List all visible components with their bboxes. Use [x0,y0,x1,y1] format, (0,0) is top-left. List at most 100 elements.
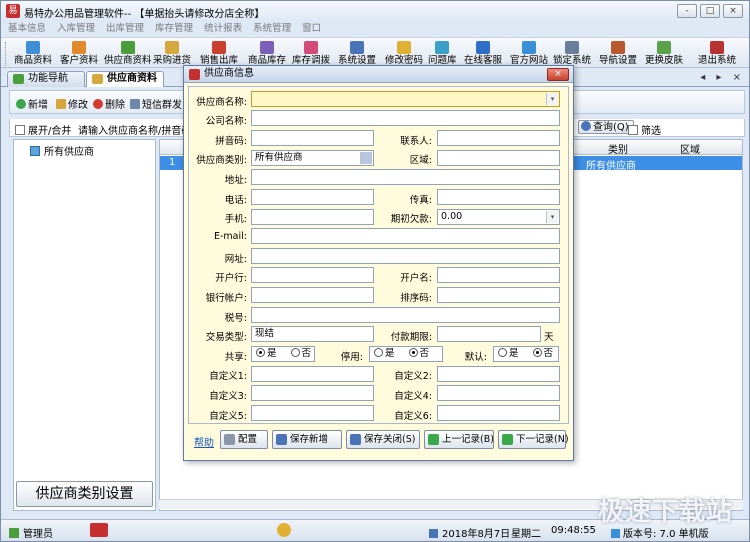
initial-debt-dropdown-icon[interactable]: ▾ [546,210,558,223]
config-button[interactable]: 配置 [220,430,268,449]
bank-input[interactable] [251,267,374,284]
address-input[interactable] [251,169,560,186]
trade-type-label: 交易类型: [205,332,247,344]
initial-debt-value: 0.00 [441,210,463,222]
dialog-close-button[interactable]: × [547,68,569,81]
new-button[interactable]: 新增 [16,96,48,111]
share-radio-group: 是否 [251,345,315,362]
supplier-icon [92,74,103,84]
trade-type-input[interactable]: 现结 [251,326,374,343]
custom2-input[interactable] [437,365,560,382]
website-input[interactable] [251,247,560,264]
phone-icon [130,99,140,109]
payment-term-label: 付款期限: [390,332,432,344]
disable-radio-no[interactable]: 否 [405,347,429,359]
toolbar-exit-button[interactable]: 退出系统 [698,40,736,68]
toolbar-online-service-button[interactable]: 在线客服 [464,40,502,68]
custom3-input[interactable] [251,385,374,402]
column-header-category[interactable]: 类别 [608,141,628,156]
toolbar-official-site-button[interactable]: 官方网站 [510,40,548,68]
menu-basic-info[interactable]: 基本信息 [8,22,46,36]
vip-icon [90,523,108,537]
watermark: 极速下载站 [597,497,733,527]
maximize-button[interactable]: □ [700,4,720,18]
custom4-input[interactable] [437,385,560,402]
column-header-region[interactable]: 区域 [680,141,700,156]
disable-radio-yes[interactable]: 是 [370,347,395,359]
menu-inventory[interactable]: 库存管理 [155,22,193,36]
menu-system[interactable]: 系统管理 [253,22,291,36]
initial-debt-input[interactable]: 0.00 ▾ [437,208,560,225]
default-radio-no[interactable]: 否 [529,347,553,359]
lock-system-icon [565,41,579,54]
toolbar-settings-button[interactable]: 系统设置 [338,40,376,68]
tree-item-all-suppliers[interactable]: 所有供应商 [22,143,94,158]
toolbar-transfer-button[interactable]: 库存调拨 [292,40,330,68]
toolbar-customer-button[interactable]: 客户资料 [60,40,98,68]
browse-icon[interactable] [360,151,372,164]
edit-button[interactable]: 修改 [56,96,88,111]
toolbar-change-skin-button[interactable]: 更换皮肤 [645,40,683,68]
close-button[interactable]: × [723,4,743,18]
tab-function-nav[interactable]: 功能导航 [7,71,85,87]
toolbar-nav-settings-button[interactable]: 导航设置 [599,40,637,68]
contact-input[interactable] [437,130,560,146]
toolbar-goods-button[interactable]: 商品资料 [14,40,52,68]
custom5-input[interactable] [251,404,374,421]
default-radio-yes-label: 是 [509,347,519,359]
email-input[interactable] [251,228,560,245]
payment-term-input[interactable] [437,326,541,343]
region-input[interactable] [437,149,560,166]
share-radio-yes[interactable]: 是 [252,347,277,359]
toolbar-password-button[interactable]: 修改密码 [385,40,423,68]
filter-checkbox[interactable] [628,125,638,135]
tab-supplier-info[interactable]: 供应商资料 [86,71,164,87]
filter-toggle[interactable]: 筛选 [628,122,661,137]
company-name-input[interactable] [251,110,560,127]
bank-account-input[interactable] [251,287,374,304]
tab-scroll-controls[interactable]: ◂ ▸ × [700,72,745,83]
fax-input[interactable] [437,188,560,205]
sort-code-input[interactable] [437,287,560,304]
expand-toggle[interactable]: 展开/合并 [15,122,71,137]
share-radio-no[interactable]: 否 [287,347,312,359]
sms-button[interactable]: 短信群发 [130,96,182,111]
supplier-category-input[interactable]: 所有供应商 [251,149,374,166]
supplier-name-input[interactable]: ▾ [251,90,560,107]
supplier-category-label: 供应商类别: [196,155,247,167]
toolbar-purchase-button[interactable]: 采购进货 [153,40,191,68]
custom1-input[interactable] [251,365,374,382]
menu-stock-in[interactable]: 入库管理 [57,22,95,36]
help-link[interactable]: 帮助 [194,434,214,449]
supplier-name-dropdown-icon[interactable]: ▾ [546,92,558,105]
prev-record-button[interactable]: 上一记录(B) [424,430,494,449]
save-new-button[interactable]: 保存新增 [272,430,342,449]
menu-window[interactable]: 窗口 [302,22,321,36]
row-category: 所有供应商 [586,161,636,172]
mobile-input[interactable] [251,208,374,225]
tax-no-input[interactable] [251,306,560,323]
custom6-input[interactable] [437,404,560,421]
account-name-input[interactable] [437,267,560,284]
toolbar-stock-button[interactable]: 商品库存 [248,40,286,68]
disable-radio-yes-label: 是 [385,347,395,359]
delete-button[interactable]: 删除 [93,96,125,111]
toolbar-lock-system-button[interactable]: 锁定系统 [553,40,591,68]
next-record-button[interactable]: 下一记录(N) [498,430,569,449]
toolbar-supplier-button[interactable]: 供应商资料 [104,40,152,68]
menu-reports[interactable]: 统计报表 [204,22,242,36]
phone-input[interactable] [251,188,374,205]
toolbar-sales-out-button[interactable]: 销售出库 [200,40,238,68]
default-radio-yes[interactable]: 是 [494,347,519,359]
menu-stock-out[interactable]: 出库管理 [106,22,144,36]
query-button[interactable]: 查询(Q) [578,120,634,134]
toolbar-faq-button[interactable]: 问题库 [428,40,457,68]
save-close-button[interactable]: 保存关闭(S) [346,430,420,449]
toolbar-grip[interactable] [5,42,8,66]
supplier-category-settings-button[interactable]: 供应商类别设置 [16,481,153,507]
share-radio-no-label: 否 [301,347,312,359]
pinyin-input[interactable] [251,130,374,146]
minimize-button[interactable]: - [677,4,697,18]
expand-checkbox[interactable] [15,125,25,135]
radio-circle-icon [408,347,418,357]
